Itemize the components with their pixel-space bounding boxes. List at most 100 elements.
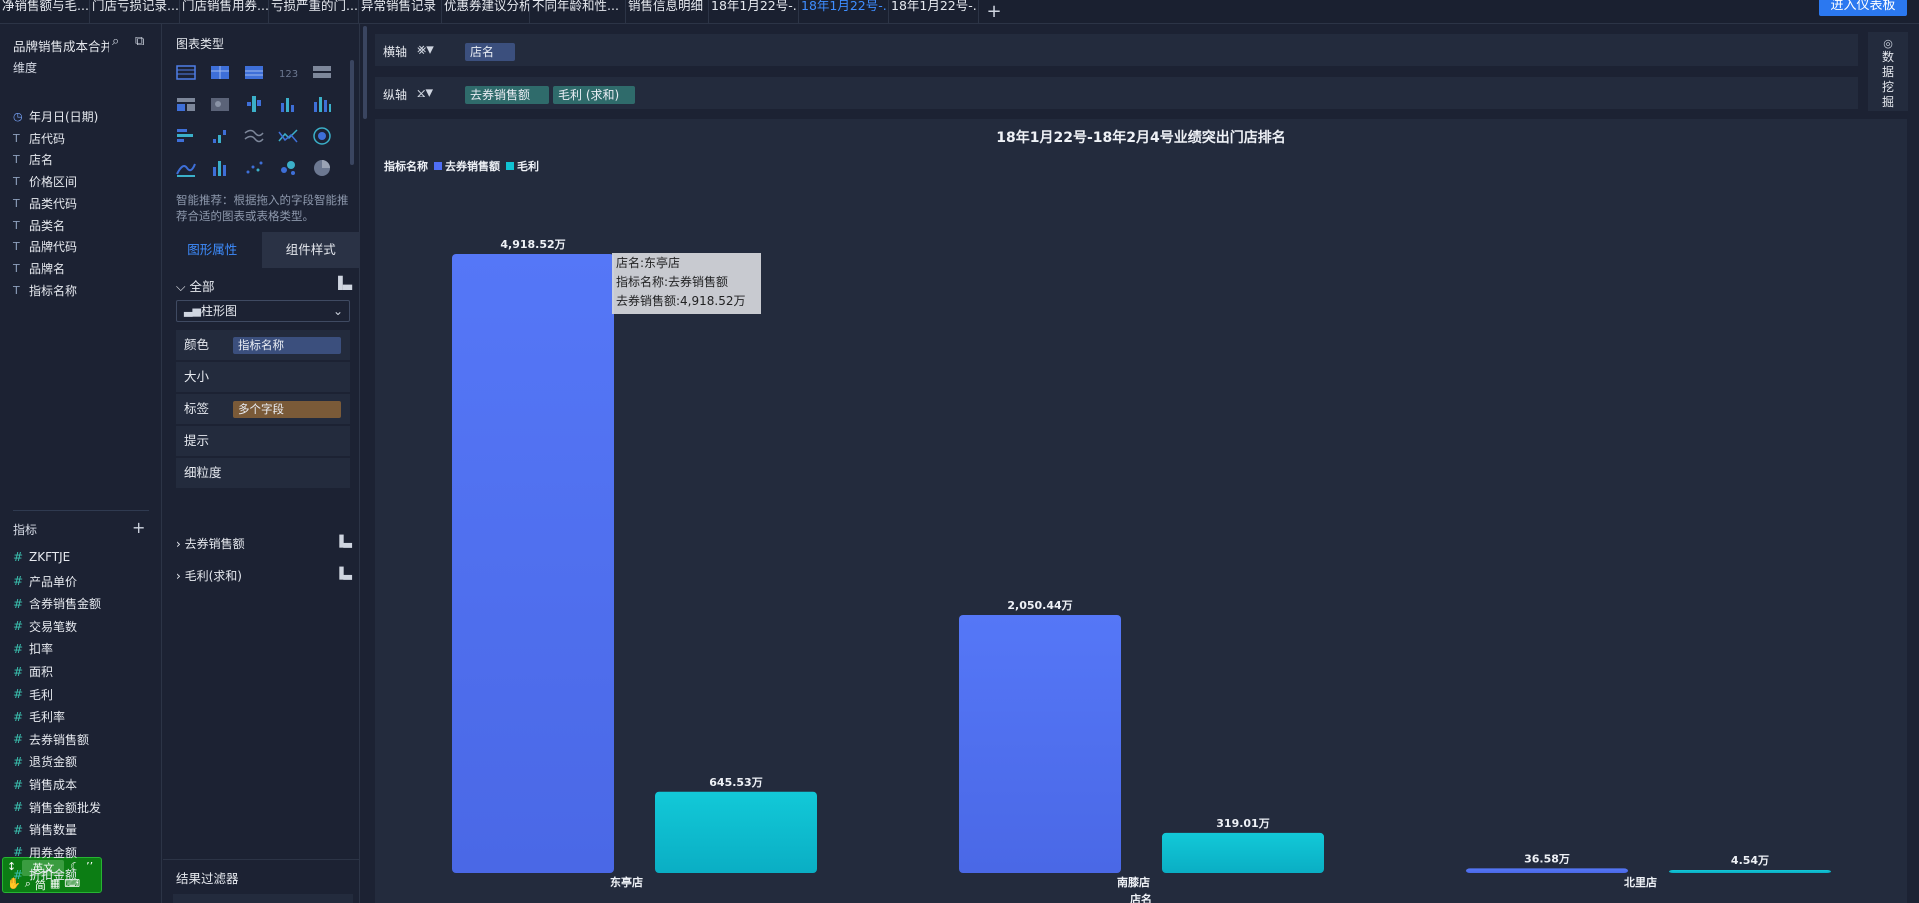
dimension-field[interactable]: T 品类名 [13, 217, 65, 234]
chart-type-icon-9[interactable] [277, 94, 299, 114]
measure-field[interactable]: # 含券销售金额 [13, 595, 101, 612]
x-axis-shelf[interactable]: 横轴 ⨳▾ 店名 [375, 34, 1858, 66]
bar-profit-3[interactable] [1669, 870, 1831, 873]
dataset-switch-icon[interactable]: ⧉ [135, 34, 144, 49]
dataset-name[interactable]: 品牌销售成本合并 [13, 36, 109, 55]
tab-report-5[interactable]: 异常销售记录 [359, 0, 442, 24]
bar-sales-2[interactable] [959, 614, 1121, 873]
chart-type-icon-15[interactable] [311, 126, 333, 146]
mark-row-4[interactable]: 提示 [176, 426, 350, 456]
enter-dashboard-button[interactable]: 进入仪表板 [1819, 0, 1907, 16]
all-measures-row[interactable]: ⌵ 全部 ▐▃ [176, 276, 352, 295]
scrollbar-thumb[interactable] [363, 26, 367, 119]
chart-type-icon-17[interactable] [209, 158, 231, 178]
chevron-right-icon[interactable]: › [176, 537, 185, 551]
measure-field[interactable]: # 销售金额批发 [13, 799, 101, 816]
measure-field[interactable]: # 交易笔数 [13, 618, 77, 635]
search-icon[interactable]: ⌕ [112, 34, 119, 49]
tab-report-7[interactable]: 不同年龄和性... [530, 0, 626, 24]
bar-chart-icon[interactable]: ▐▃ [334, 276, 352, 290]
mark-row-5[interactable]: 细粒度 [176, 458, 350, 488]
dimension-field[interactable]: T 品牌代码 [13, 238, 77, 255]
chart-type-icon-5[interactable] [311, 62, 333, 82]
tab-report-1[interactable]: 净销售额与毛... [0, 0, 90, 24]
chart-type-scrollbar[interactable] [350, 60, 354, 165]
chart-type-icon-1[interactable] [175, 62, 197, 82]
bar-profit-1[interactable] [655, 791, 817, 873]
ime-punct-icon[interactable]: ’’ [86, 860, 93, 876]
chart-type-icon-8[interactable] [243, 94, 265, 114]
chart-type-icon-20[interactable] [311, 158, 333, 178]
chart-type-icon-13[interactable] [243, 126, 265, 146]
mark-row-2[interactable]: 大小 [176, 362, 350, 392]
tab-report-4[interactable]: 亏损严重的门... [269, 0, 359, 24]
dimension-field[interactable]: T 价格区间 [13, 173, 77, 190]
measure-field[interactable]: # 扣率 [13, 640, 53, 657]
chevron-down-icon[interactable]: ⌵ [176, 279, 185, 294]
measure-field[interactable]: # ZKFTJE [13, 550, 70, 564]
chart-type-select[interactable]: ▃▅ 柱形图 ⌄ [176, 300, 350, 322]
measure-field[interactable]: # 面积 [13, 663, 53, 680]
bar-sales-3[interactable] [1466, 868, 1628, 873]
chart-canvas[interactable]: 18年1月22号-18年2月4号业绩突出门店排名 指标名称 去券销售额 毛利 4,… [375, 119, 1907, 903]
measure-field[interactable]: # 去券销售额 [13, 731, 89, 748]
result-filter-dropzone[interactable] [173, 894, 353, 903]
y-axis-shelf[interactable]: 纵轴 ⨲▾ 去券销售额 毛利 (求和) [375, 77, 1858, 109]
dimension-field[interactable]: T 指标名称 [13, 282, 77, 299]
measure-group-row[interactable]: › 毛利(求和) ▐▃ [176, 567, 352, 584]
chart-type-icon-10[interactable] [311, 94, 333, 114]
chart-type-icon-18[interactable] [243, 158, 265, 178]
tab-report-10[interactable]: 18年1月22号-... [799, 0, 889, 24]
tab-report-3[interactable]: 门店销售用券... [180, 0, 269, 24]
tab-report-6[interactable]: 优惠券建议分析 [442, 0, 530, 24]
chart-type-icon-6[interactable] [175, 94, 197, 114]
axis-type-icon[interactable]: ⨳▾ [417, 40, 434, 58]
measure-field[interactable]: # 毛利 [13, 686, 53, 703]
chart-type-icon-16[interactable] [175, 158, 197, 178]
dimension-field[interactable]: T 店代码 [13, 130, 65, 147]
chevron-right-icon[interactable]: › [176, 569, 185, 583]
dimension-field[interactable]: T 品牌名 [13, 260, 65, 277]
chart-type-icon-12[interactable] [209, 126, 231, 146]
add-tab-icon[interactable]: + [979, 2, 1009, 20]
chart-type-icon-14[interactable] [277, 126, 299, 146]
chart-type-icon-19[interactable] [277, 158, 299, 178]
measure-field[interactable]: # 折扣金额 [13, 866, 77, 883]
bar-profit-2[interactable] [1162, 832, 1324, 873]
measure-field[interactable]: # 用券金额 [13, 844, 77, 861]
mark-field-chip[interactable]: 指标名称 [233, 337, 341, 354]
chart-type-icon-11[interactable] [175, 126, 197, 146]
bar-chart-icon[interactable]: ▐▃ [335, 535, 352, 548]
chart-type-icon-3[interactable] [243, 62, 265, 82]
chart-type-icon-7[interactable] [209, 94, 231, 114]
measure-field[interactable]: # 退货金额 [13, 753, 77, 770]
tab-graphic-properties[interactable]: 图形属性 [163, 232, 262, 268]
mark-row-3[interactable]: 标签 多个字段 [176, 394, 350, 424]
mark-field-chip[interactable]: 多个字段 [233, 401, 341, 418]
tab-component-style[interactable]: 组件样式 [261, 232, 360, 268]
dimension-field[interactable]: T 品类代码 [13, 195, 77, 212]
add-measure-icon[interactable]: + [132, 518, 145, 537]
bar-sales-1[interactable] [452, 254, 614, 873]
measure-group-row[interactable]: › 去券销售额 ▐▃ [176, 535, 352, 552]
measure-field[interactable]: # 销售成本 [13, 776, 77, 793]
measure-field[interactable]: # 销售数量 [13, 821, 77, 838]
data-mining-panel-toggle[interactable]: ◎ 数据挖掘 [1868, 32, 1908, 111]
chart-type-icon-2[interactable] [209, 62, 231, 82]
tab-report-2[interactable]: 门店亏损记录... [90, 0, 180, 24]
dimension-field[interactable]: T 店名 [13, 151, 53, 168]
chart-type-icon-4[interactable]: 123 [277, 62, 299, 82]
y-axis-field-chip[interactable]: 毛利 (求和) [553, 86, 635, 104]
measure-field[interactable]: # 产品单价 [13, 573, 77, 590]
bar-chart-icon[interactable]: ▐▃ [335, 567, 352, 580]
y-axis-field-chip[interactable]: 去券销售额 [465, 86, 549, 104]
x-axis-field-chip[interactable]: 店名 [465, 43, 515, 61]
tab-report-8[interactable]: 销售信息明细 [626, 0, 709, 24]
panel-scrollbar[interactable] [361, 24, 369, 903]
axis-type-icon[interactable]: ⨲▾ [417, 83, 433, 101]
tab-report-9[interactable]: 18年1月22号-... [709, 0, 799, 24]
tab-report-11[interactable]: 18年1月22号-... [889, 0, 979, 24]
mark-row-1[interactable]: 颜色 指标名称 [176, 330, 350, 360]
dimension-field[interactable]: ◷ 年月日(日期) [13, 108, 98, 125]
measure-field[interactable]: # 毛利率 [13, 708, 65, 725]
